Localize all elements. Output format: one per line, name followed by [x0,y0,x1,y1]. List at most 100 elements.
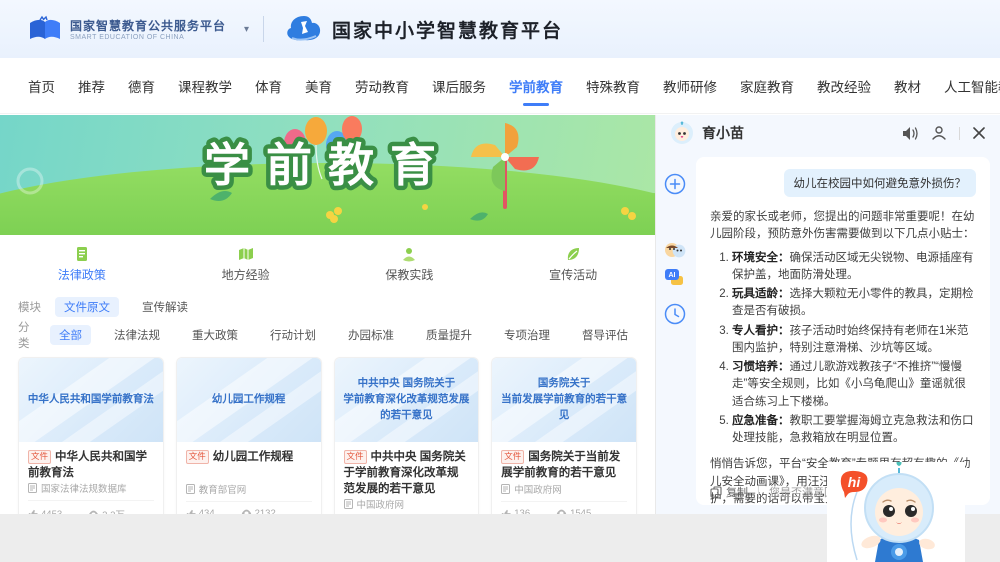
card-source: 教育部官网 [186,482,312,502]
chat-footer-divider [758,486,759,499]
filter-option-quality[interactable]: 质量提升 [417,325,481,345]
card-thumbnail: 国务院关于 当前发展学前教育的若干意见 [492,358,636,442]
user-account-icon[interactable] [931,125,947,141]
nav-item-afterschool[interactable]: 课后服务 [432,58,486,114]
filter-option-major-policy[interactable]: 重大政策 [183,325,247,345]
mascot-box[interactable]: hi [827,462,965,562]
category-label: 地方经验 [222,266,270,283]
nav-item-curriculum[interactable]: 课程教学 [178,58,232,114]
new-chat-plus-icon[interactable] [664,173,686,195]
nav-item-labor[interactable]: 劳动教育 [355,58,409,114]
mascot-illustration: hi [827,462,965,562]
hi-bubble-icon: hi [841,471,868,498]
module-filter-label: 模块 [18,299,41,315]
nav-item-moral[interactable]: 德育 [128,58,155,114]
nav-item-textbook[interactable]: 教材 [894,58,921,114]
chat-side-rail: AI [656,173,694,325]
nav-item-special[interactable]: 特殊教育 [586,58,640,114]
module-option-interpretation[interactable]: 宣传解读 [133,297,197,317]
tip-item: 专人看护：孩子活动时始终保持有老师在1米范围内监护，特别注意滑梯、沙坑等区域。 [732,323,976,358]
card-title: 文件中共中央 国务院关于学前教育深化改革规范发展的若干意见 [344,449,470,497]
source-doc-icon [186,484,195,494]
page: 国家智慧教育公共服务平台 SMART EDUCATION OF CHINA ▾ … [0,0,1000,562]
site-title: 国家中小学智慧教育平台 [332,16,563,43]
svg-text:hi: hi [848,474,862,490]
bubble-deco [18,169,42,193]
history-clock-icon[interactable] [664,303,686,325]
nav-item-reform[interactable]: 教改经验 [817,58,871,114]
svg-text:AI: AI [669,272,676,279]
close-icon[interactable] [972,126,986,140]
module-filter-row: 模块 文件原文 宣传解读 [18,295,637,319]
platform-name-block: 国家智慧教育公共服务平台 SMART EDUCATION OF CHINA [70,17,226,41]
nav-item-recommend[interactable]: 推荐 [78,58,105,114]
card-body: 文件中共中央 国务院关于学前教育深化改革规范发展的若干意见 中国政府网 234 … [335,442,479,525]
platform-dropdown-caret-icon[interactable]: ▾ [244,24,249,35]
document-card-list: 中华人民共和国学前教育法 文件中华人民共和国学前教育法 国家法律法规数据库 44… [0,351,655,525]
reply-intro: 亲爱的家长或老师，您提出的问题非常重要呢！在幼儿园阶段，预防意外伤害需要做到以下… [710,209,976,244]
copy-button[interactable]: 复制 [710,484,748,500]
document-card[interactable]: 中共中央 国务院关于 学前教育深化改革规范发展 的若干意见 文件中共中央 国务院… [334,357,480,525]
characters-icon[interactable] [663,241,687,261]
filter-option-action-plan[interactable]: 行动计划 [261,325,325,345]
banner-title: 学前教育 [204,139,452,191]
card-body: 文件幼儿园工作规程 教育部官网 434 2132 [177,442,321,524]
document-card[interactable]: 中华人民共和国学前教育法 文件中华人民共和国学前教育法 国家法律法规数据库 44… [18,357,164,525]
main-content: 学前教育 法律政策 地方经验 保教实践 [0,115,655,562]
filter-option-special-governance[interactable]: 专项治理 [495,325,559,345]
category-law-policy[interactable]: 法律政策 [0,246,164,283]
source-doc-icon [344,499,353,509]
law-policy-icon [74,246,90,262]
category-local-experience[interactable]: 地方经验 [164,246,328,283]
filter-option-all[interactable]: 全部 [50,325,91,345]
local-experience-icon [238,246,254,262]
card-title: 文件中华人民共和国学前教育法 [28,449,154,481]
nav-item-preschool[interactable]: 学前教育 [509,58,563,114]
filter-option-laws[interactable]: 法律法规 [105,325,169,345]
nav-item-home[interactable]: 首页 [28,58,55,114]
copy-icon [710,486,722,498]
file-tag: 文件 [28,450,51,464]
file-tag: 文件 [344,450,367,464]
platform-name: 国家智慧教育公共服务平台 [70,17,226,34]
category-care-practice[interactable]: 保教实践 [328,246,492,283]
tip-item: 习惯培养：通过儿歌游戏教孩子“不推挤”“慢慢走”等安全规则，比如《小乌龟爬山》童… [732,359,976,411]
nav-item-aesthetic[interactable]: 美育 [305,58,332,114]
nav-item-family[interactable]: 家庭教育 [740,58,794,114]
filter-option-supervision[interactable]: 督导评估 [573,325,637,345]
site-title-block[interactable]: 国家中小学智慧教育平台 [286,14,563,44]
category-row: 法律政策 地方经验 保教实践 宣传活动 [0,235,655,293]
cloud-logo-icon [286,14,322,44]
chat-conversation: 幼儿在校园中如何避免意外损伤？ 亲爱的家长或老师，您提出的问题非常重要呢！在幼儿… [696,157,990,505]
assistant-reply: 亲爱的家长或老师，您提出的问题非常重要呢！在幼儿园阶段，预防意外伤害需要做到以下… [710,209,976,505]
platform-subtitle: SMART EDUCATION OF CHINA [70,34,226,41]
filter-option-standards[interactable]: 办园标准 [339,325,403,345]
reply-tips-list: 环境安全：确保活动区域无尖锐物、电源插座有保护盖，地面防滑处理。 玩具适龄：选择… [710,250,976,448]
thumbnail-title: 国务院关于 当前发展学前教育的若干意见 [500,376,628,423]
card-body: 文件国务院关于当前发展学前教育的若干意见 中国政府网 136 1545 [492,442,636,524]
speaker-icon[interactable] [902,126,919,141]
card-thumbnail: 幼儿园工作规程 [177,358,321,442]
tip-item: 玩具适龄：选择大颗粒无小零件的教具，定期检查是否有破损。 [732,286,976,321]
nav-item-ai-education[interactable]: 人工智能教育 [944,58,1000,114]
card-title: 文件国务院关于当前发展学前教育的若干意见 [501,449,627,481]
assistant-name: 育小苗 [702,123,744,143]
platform-logo[interactable]: 国家智慧教育公共服务平台 SMART EDUCATION OF CHINA ▾ [28,15,263,43]
thumbnail-title: 中共中央 国务院关于 学前教育深化改革规范发展 的若干意见 [343,376,469,423]
card-thumbnail: 中华人民共和国学前教育法 [19,358,163,442]
header-divider [263,16,264,42]
main-nav: 首页 推荐 德育 课程教学 体育 美育 劳动教育 课后服务 学前教育 特殊教育 … [0,58,1000,114]
document-card[interactable]: 幼儿园工作规程 文件幼儿园工作规程 教育部官网 434 2132 [176,357,322,525]
promotion-icon [565,246,581,262]
thumbnail-title: 中华人民共和国学前教育法 [28,392,154,408]
smart-education-logo-icon [28,15,62,43]
category-promotion[interactable]: 宣传活动 [491,246,655,283]
ai-chat-icon[interactable]: AI [663,267,687,289]
category-label: 法律政策 [58,266,106,283]
document-card[interactable]: 国务院关于 当前发展学前教育的若干意见 文件国务院关于当前发展学前教育的若干意见… [491,357,637,525]
nav-item-pe[interactable]: 体育 [255,58,282,114]
source-doc-icon [28,483,37,493]
preschool-banner: 学前教育 [0,115,655,235]
nav-item-teacher-training[interactable]: 教师研修 [663,58,717,114]
module-option-original[interactable]: 文件原文 [55,297,119,317]
